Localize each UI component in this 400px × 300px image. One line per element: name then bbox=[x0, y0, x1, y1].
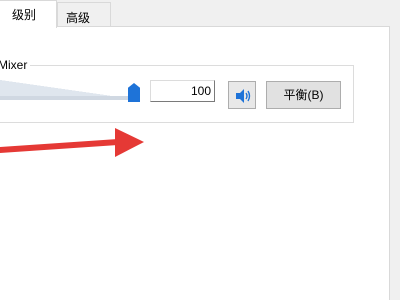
balance-button[interactable]: 平衡(B) bbox=[266, 81, 341, 109]
arrow-shaft bbox=[0, 139, 118, 153]
mixer-group-title: Mixer bbox=[0, 58, 31, 72]
volume-slider-track bbox=[0, 96, 140, 100]
mute-button[interactable] bbox=[228, 81, 256, 109]
volume-value-field[interactable]: 100 bbox=[150, 80, 215, 102]
arrow-head bbox=[115, 128, 144, 157]
annotation-arrow bbox=[0, 128, 144, 157]
window-edge bbox=[390, 0, 400, 300]
speaker-icon bbox=[236, 89, 251, 103]
tab-advanced[interactable]: 高级 bbox=[57, 2, 111, 26]
volume-slider[interactable] bbox=[0, 80, 140, 100]
tab-levels[interactable]: 级别 bbox=[0, 0, 57, 28]
